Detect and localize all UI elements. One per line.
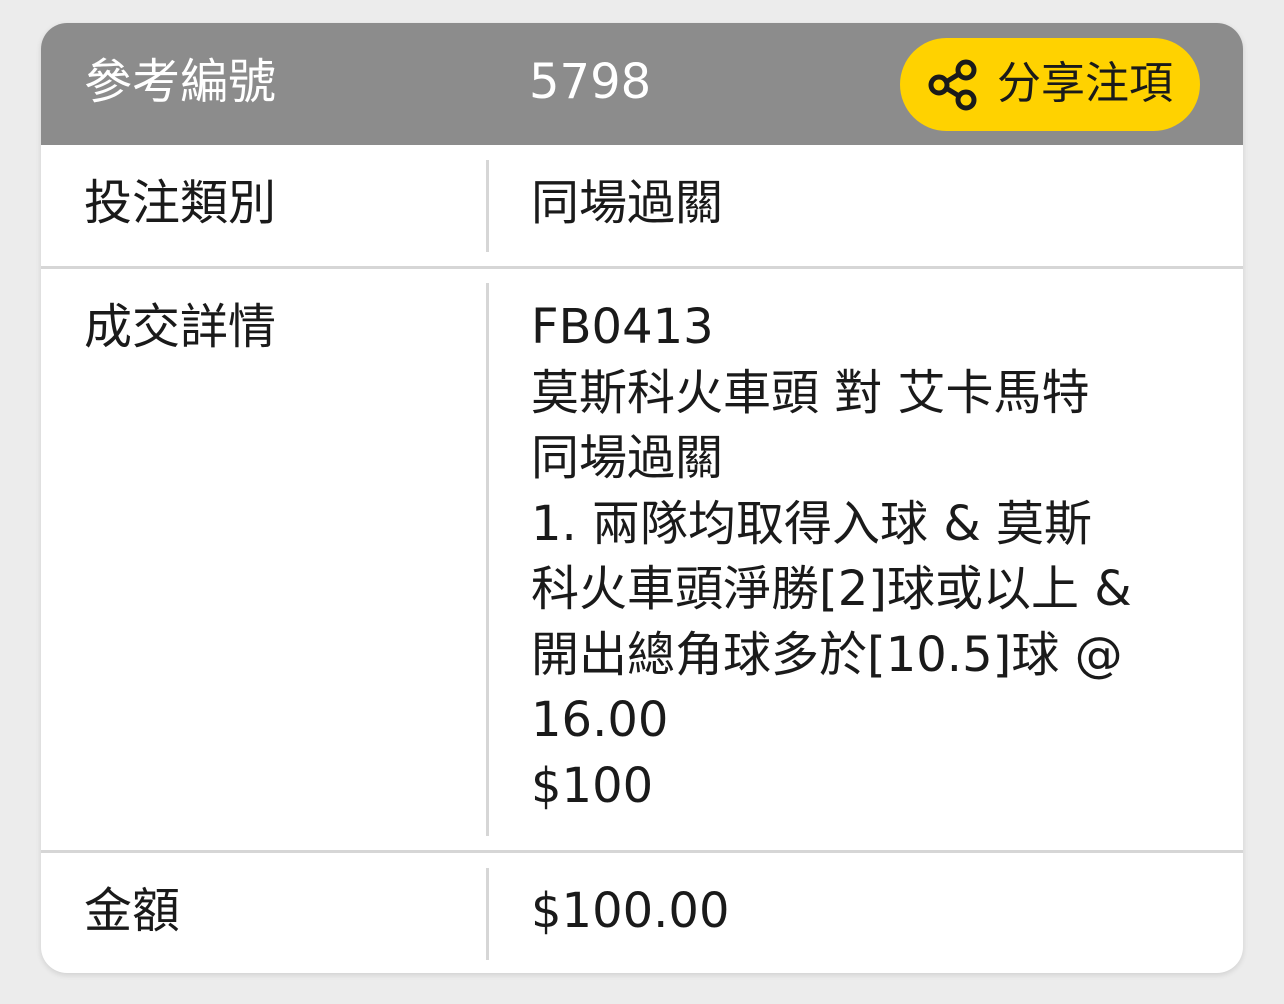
bet-type-column-divider [486,160,489,252]
share-icon [928,59,977,111]
bet-type-value: 同場過關 [531,175,724,231]
details-line: 同場過關 [531,430,724,486]
details-line: 莫斯科火車頭 對 艾卡馬特 [531,364,1090,421]
details-column-divider [486,283,489,836]
row-divider [41,266,1243,269]
row-divider [41,850,1243,853]
details-line: 科火車頭淨勝[2]球或以上 & [531,561,1132,617]
amount-label: 金額 [84,883,181,939]
details-value: FB0413 莫斯科火車頭 對 艾卡馬特 同場過關 1. 兩隊均取得入球 & 莫… [531,295,1132,819]
reference-label: 參考編號 [84,54,277,110]
details-line: 1. 兩隊均取得入球 & 莫斯 [531,495,1093,552]
details-line: FB0413 [531,299,714,355]
details-line: 16.00 [531,692,669,748]
share-button-label: 分享注項 [997,58,1173,109]
card-header: 參考編號 5798 分享注項 [41,23,1243,145]
bet-slip-card: 參考編號 5798 分享注項 投注類別 同場過關 成交詳情 FB0413 莫斯科… [41,23,1243,973]
details-line: $100 [531,757,654,814]
bet-type-label: 投注類別 [84,175,277,231]
details-label: 成交詳情 [84,299,277,355]
details-line: 開出總角球多於[10.5]球 @ [531,626,1123,683]
amount-column-divider [486,868,489,960]
amount-value: $100.00 [531,883,730,939]
share-bet-button[interactable]: 分享注項 [900,38,1200,131]
reference-number: 5798 [529,54,652,110]
